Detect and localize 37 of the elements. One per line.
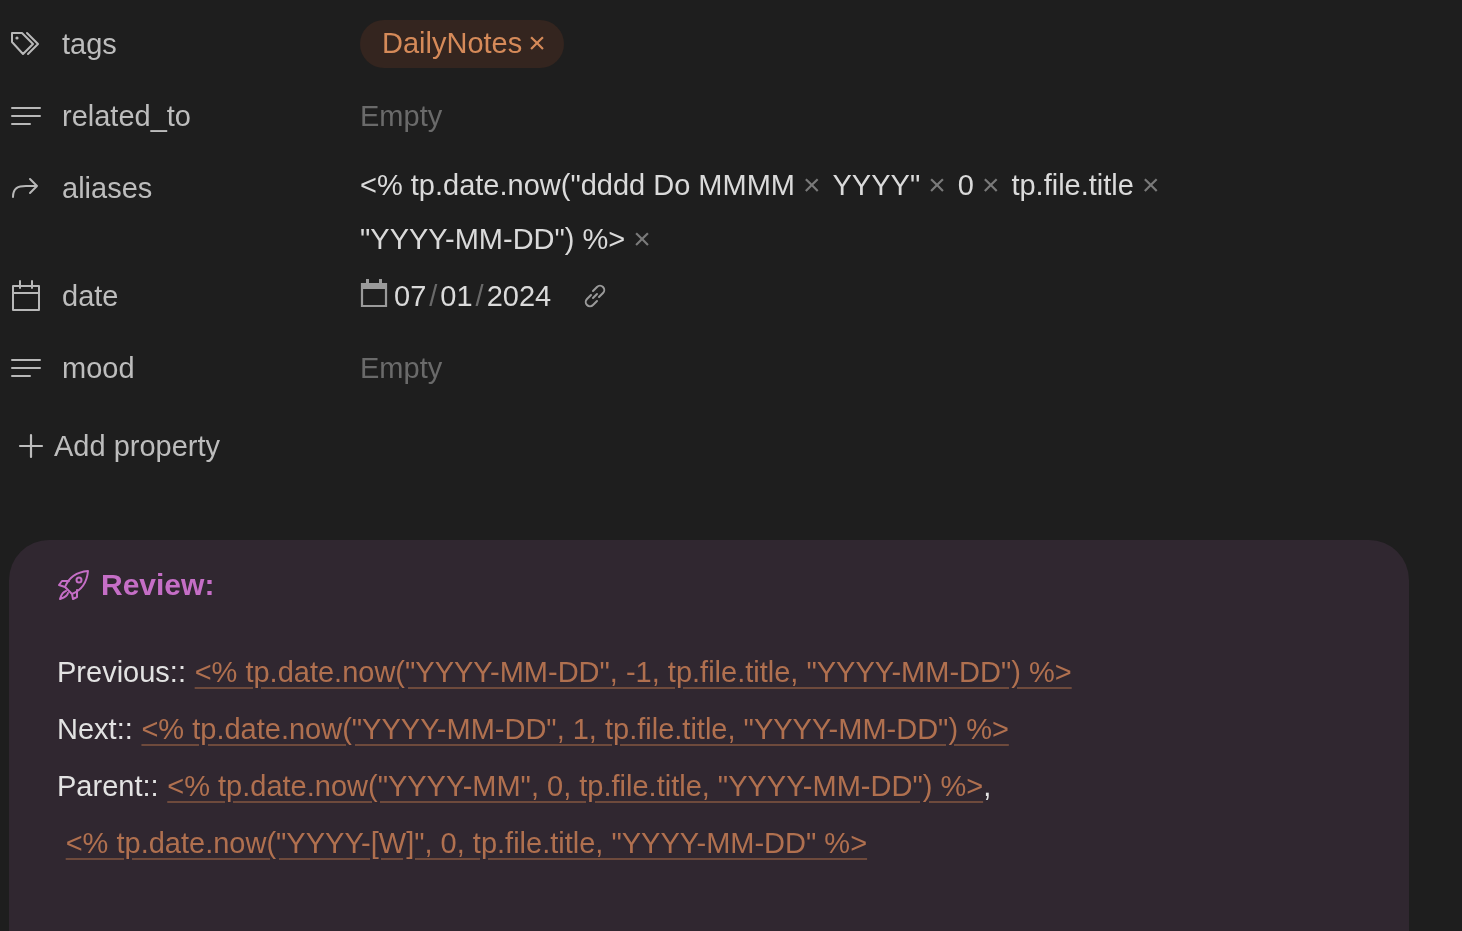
alias-value: <% tp.date.now("dddd Do MMMM	[360, 168, 795, 203]
property-name: related_to	[62, 99, 191, 133]
arrow-icon	[10, 176, 40, 200]
alias-value: tp.file.title	[1011, 168, 1134, 203]
comma-text: ,	[983, 770, 992, 802]
property-name: aliases	[62, 171, 153, 205]
remove-icon[interactable]: ×	[928, 158, 946, 212]
property-name: mood	[62, 351, 135, 385]
link[interactable]: <% tp.date.now("YYYY-[W]", 0, tp.file.title, "YYYY-MM-DD" %>	[65, 827, 868, 859]
tag-chip[interactable]: DailyNotes ×	[360, 20, 564, 68]
calendar-icon[interactable]	[360, 278, 388, 308]
remove-icon[interactable]: ×	[803, 158, 821, 212]
lines-icon	[10, 104, 42, 128]
add-property-button[interactable]: Add property	[10, 416, 227, 476]
alias-value: 0	[957, 168, 974, 203]
placeholder-text[interactable]: Empty	[360, 351, 443, 385]
field-label: Next::	[57, 713, 133, 745]
field-label: Parent::	[57, 770, 159, 802]
alias-value: YYYY"	[832, 168, 921, 203]
rocket-icon	[57, 569, 91, 601]
property-name: date	[62, 279, 119, 313]
remove-icon[interactable]: ×	[633, 212, 651, 266]
date-value[interactable]: 07/01/2024	[394, 279, 552, 313]
field-label: Previous::	[57, 656, 186, 688]
callout-title: Review:	[101, 568, 215, 602]
property-name: tags	[62, 27, 117, 61]
remove-icon[interactable]: ×	[528, 26, 546, 60]
link[interactable]: <% tp.date.now("YYYY-MM-DD", 1, tp.file.title, "YYYY-MM-DD") %>	[141, 713, 1009, 745]
placeholder-text[interactable]: Empty	[360, 99, 443, 133]
link[interactable]: <% tp.date.now("YYYY-MM-DD", -1, tp.file.title, "YYYY-MM-DD") %>	[194, 656, 1072, 688]
remove-icon[interactable]: ×	[981, 158, 1000, 212]
lines-icon	[10, 356, 42, 380]
plus-icon	[18, 433, 44, 459]
alias-value: "YYYY-MM-DD") %>	[360, 222, 626, 257]
remove-icon[interactable]: ×	[1141, 158, 1160, 212]
link[interactable]: <% tp.date.now("YYYY-MM", 0, tp.file.title, "YYYY-MM-DD") %>	[167, 770, 984, 802]
calendar-icon	[10, 279, 42, 313]
